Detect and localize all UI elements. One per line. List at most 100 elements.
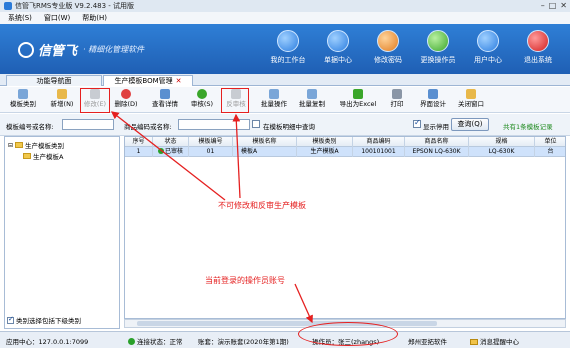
collapse-icon[interactable]: ⊟ — [8, 142, 13, 149]
menubar: 系统(S) 窗口(W) 帮助(H) — [0, 12, 570, 24]
tab-label: 功能导航面 — [36, 77, 72, 85]
record-count: 共有1条模板记录 — [503, 123, 553, 131]
exit-icon — [466, 89, 476, 99]
view-detail-button[interactable]: 查看详情 — [150, 89, 180, 111]
callout-operator-text: 当前登录的操作员账号 — [205, 276, 285, 285]
window-titlebar: 信管飞RMS专业版 V9.2.483 - 试用版 – □ ✕ — [0, 0, 570, 12]
nav-switch-operator[interactable]: 更换操作员 — [416, 30, 460, 65]
category-icon — [18, 89, 28, 99]
table-row[interactable]: 1 已审核 01 模板A 生产模板A 100101001 EPSON LQ-63… — [125, 147, 565, 157]
highlight-edit-button — [80, 88, 110, 113]
template-search-input[interactable] — [62, 119, 114, 130]
add-button[interactable]: 新增(N) — [50, 89, 74, 111]
minimize-button[interactable]: – — [541, 1, 545, 10]
excel-icon — [353, 89, 363, 99]
col-header[interactable]: 状态 — [153, 137, 189, 147]
message-center-label: 消息提醒中心 — [480, 338, 519, 346]
add-icon — [57, 89, 67, 99]
cell-unit: 台 — [535, 147, 565, 157]
document-center-icon — [327, 30, 349, 52]
export-excel-button[interactable]: 导出为Excel — [336, 89, 380, 111]
top-nav: 我的工作台 单据中心 修改密码 更换操作员 用户中心 退出系统 — [266, 30, 560, 65]
tab-navigation[interactable]: 功能导航面 — [6, 75, 102, 86]
batch-operation-button[interactable]: 批量操作 — [260, 89, 288, 111]
key-icon — [377, 30, 399, 52]
print-button[interactable]: 打印 — [386, 89, 408, 111]
nav-label: 单据中心 — [324, 56, 352, 64]
approve-button[interactable]: 审核(S) — [190, 89, 214, 111]
nav-workbench[interactable]: 我的工作台 — [266, 30, 310, 65]
query-button[interactable]: 查询(Q) — [451, 118, 489, 131]
menu-window[interactable]: 窗口(W) — [44, 13, 70, 23]
app-icon — [4, 2, 12, 10]
product-search-input[interactable] — [178, 119, 250, 130]
ui-design-button[interactable]: 界面设计 — [418, 89, 448, 111]
show-disabled-label: 显示停用 — [423, 123, 449, 131]
copy-icon — [307, 89, 317, 99]
col-header[interactable]: 规格 — [469, 137, 535, 147]
tree-node-root[interactable]: ⊟ 生产模板类别 — [8, 140, 64, 151]
close-window-button[interactable]: ✕ — [560, 1, 567, 10]
close-window-tool-button[interactable]: 关闭窗口 — [456, 89, 486, 111]
category-tree: ⊟ 生产模板类别 生产模板A 类别选择包括下级类别 — [4, 136, 120, 329]
toolbar-label: 关闭窗口 — [458, 100, 484, 108]
user-icon — [477, 30, 499, 52]
delete-button[interactable]: 删除(D) — [114, 89, 138, 111]
folder-icon — [23, 153, 31, 159]
show-disabled-checkbox[interactable] — [413, 118, 421, 128]
logo-icon — [18, 41, 34, 58]
product-filter-label: 商品编码或名称: — [124, 123, 172, 131]
filter-bar: 模板编号或名称: 商品编码或名称: 在模板明细中查询 显示停用 查询(Q) 共有… — [0, 114, 570, 136]
cell-status: 已审核 — [153, 147, 189, 157]
toolbar-label: 模板类别 — [10, 100, 36, 108]
scrollbar-thumb[interactable] — [137, 321, 437, 326]
template-filter-label: 模板编号或名称: — [6, 123, 54, 131]
document-tabs: 功能导航面 生产模板BOM管理 ✕ — [0, 74, 570, 86]
col-header[interactable]: 模板名称 — [233, 137, 297, 147]
highlight-operator — [298, 322, 398, 346]
col-header[interactable]: 商品名称 — [405, 137, 469, 147]
account-status: 账套：演示账套(2020年第1期) — [198, 338, 289, 346]
connection-status: 连接状态：正常 — [128, 336, 183, 346]
include-subcategory-option[interactable]: 类别选择包括下级类别 — [7, 315, 81, 325]
brand-logo: 信管飞 · 精细化管理软件 — [18, 40, 144, 59]
nav-label: 用户中心 — [474, 56, 502, 64]
col-header[interactable]: 商品编码 — [353, 137, 405, 147]
col-header[interactable]: 模板编号 — [189, 137, 233, 147]
close-icon[interactable]: ✕ — [176, 77, 182, 85]
menu-system[interactable]: 系统(S) — [8, 13, 32, 23]
col-header[interactable]: 序号 — [125, 137, 153, 147]
menu-help[interactable]: 帮助(H) — [82, 13, 107, 23]
nav-change-password[interactable]: 修改密码 — [366, 30, 410, 65]
nav-user-center[interactable]: 用户中心 — [466, 30, 510, 65]
power-icon — [527, 30, 549, 52]
delete-icon — [121, 89, 131, 99]
template-grid: 序号 状态 模板编号 模板名称 模板类别 商品编码 商品名称 规格 单位 1 已… — [124, 136, 566, 319]
tree-node-child[interactable]: 生产模板A — [23, 151, 63, 161]
design-icon — [428, 89, 438, 99]
window-title: 信管飞RMS专业版 V9.2.483 - 试用版 — [15, 2, 135, 10]
nav-label: 更换操作员 — [420, 56, 456, 64]
message-center-link[interactable]: 消息提醒中心 — [470, 336, 519, 346]
col-header[interactable]: 单位 — [535, 137, 565, 147]
status-text: 已审核 — [164, 148, 183, 155]
connected-icon — [128, 338, 135, 345]
batch-copy-button[interactable]: 批量复制 — [298, 89, 326, 111]
template-category-button[interactable]: 模板类别 — [6, 89, 40, 111]
connection-text: 连接状态：正常 — [137, 338, 183, 346]
monitor-icon — [277, 30, 299, 52]
nav-exit[interactable]: 退出系统 — [516, 30, 560, 65]
nav-documents[interactable]: 单据中心 — [316, 30, 360, 65]
detail-query-checkbox[interactable] — [252, 120, 260, 128]
maximize-button[interactable]: □ — [549, 1, 557, 10]
users-icon — [427, 30, 449, 52]
view-icon — [160, 89, 170, 99]
toolbar-label: 新增(N) — [50, 100, 74, 108]
cell-spec: LQ-630K — [469, 147, 535, 157]
include-subcategory-checkbox[interactable] — [7, 315, 14, 324]
toolbar-label: 查看详情 — [152, 100, 178, 108]
tab-bom-template[interactable]: 生产模板BOM管理 ✕ — [103, 75, 193, 86]
include-subcategory-label: 类别选择包括下级类别 — [16, 317, 81, 325]
col-header[interactable]: 模板类别 — [297, 137, 353, 147]
tab-label: 生产模板BOM管理 — [114, 77, 173, 85]
